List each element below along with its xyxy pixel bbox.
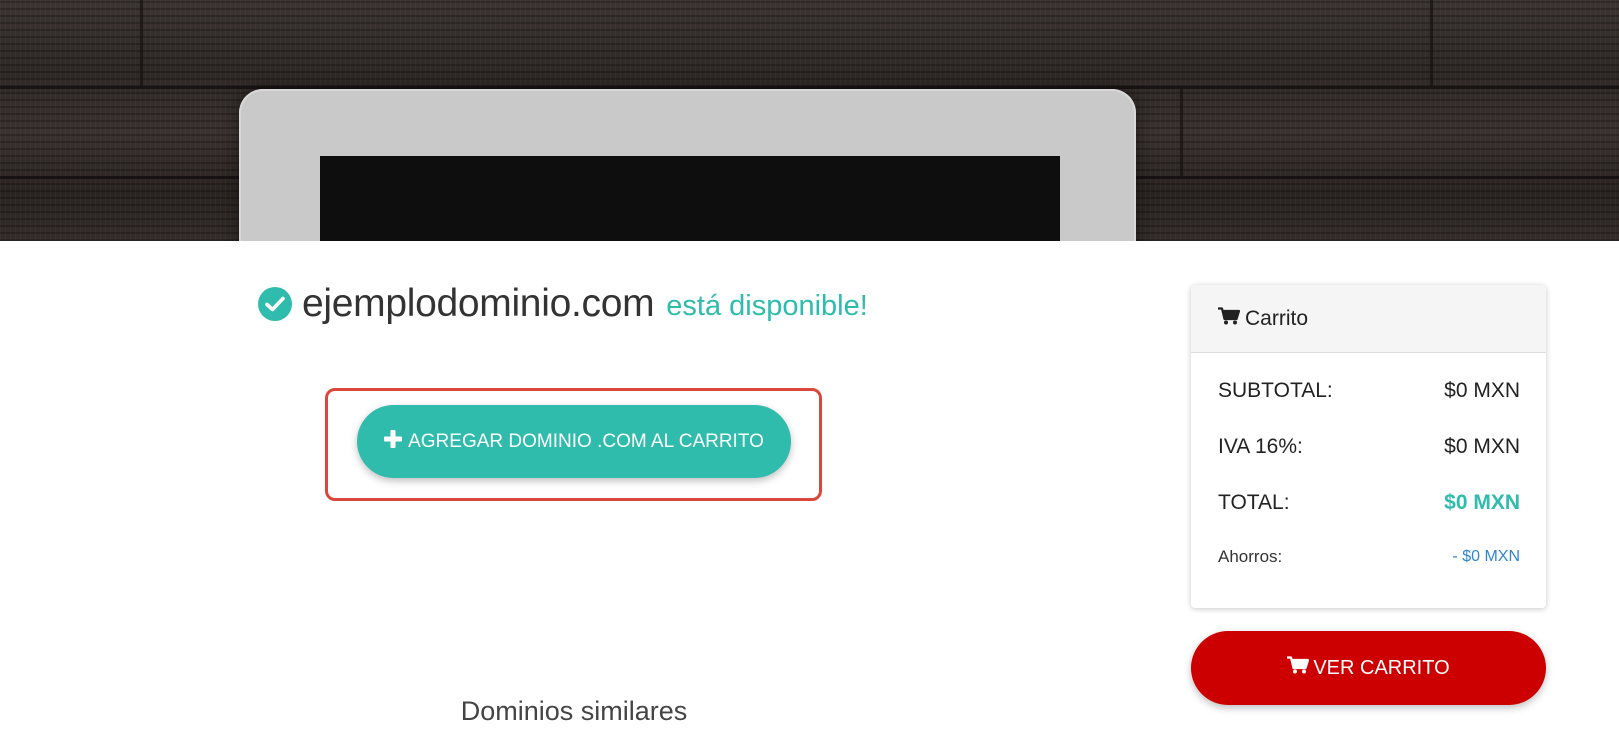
savings-value: - $0 MXN xyxy=(1452,548,1520,565)
wood-plank-seam xyxy=(140,0,143,86)
total-value: $0 MXN xyxy=(1444,491,1520,514)
domain-availability-heading: ejemplodominio.com está disponible! xyxy=(258,282,868,326)
subtotal-value: $0 MXN xyxy=(1444,379,1520,402)
add-domain-to-cart-button[interactable]: AGREGAR DOMINIO .COM AL CARRITO xyxy=(357,405,791,478)
similar-domains-title: Dominios similares xyxy=(460,696,688,726)
availability-status: está disponible! xyxy=(666,289,868,322)
iva-label: IVA 16%: xyxy=(1218,435,1303,458)
cart-header: Carrito xyxy=(1191,285,1546,353)
view-cart-button[interactable]: VER CARRITO xyxy=(1191,631,1546,705)
cart-icon xyxy=(1218,306,1241,331)
cart-icon xyxy=(1287,656,1310,680)
check-circle-icon xyxy=(258,287,292,321)
wood-plank-seam xyxy=(1430,0,1433,86)
tablet-screen xyxy=(320,156,1060,241)
savings-label: Ahorros: xyxy=(1218,547,1283,566)
tablet-image xyxy=(239,89,1136,241)
cart-row-savings: Ahorros: - $0 MXN xyxy=(1218,547,1520,567)
iva-value: $0 MXN xyxy=(1444,435,1520,458)
cart-title: Carrito xyxy=(1245,306,1309,330)
domain-name: ejemplodominio.com xyxy=(302,282,655,325)
add-domain-label: AGREGAR DOMINIO .COM AL CARRITO xyxy=(408,430,764,452)
total-label: TOTAL: xyxy=(1218,491,1290,514)
hero-banner xyxy=(0,0,1619,241)
subtotal-label: SUBTOTAL: xyxy=(1218,379,1333,402)
cart-row-subtotal: SUBTOTAL: $0 MXN xyxy=(1218,379,1520,403)
plus-icon xyxy=(384,429,403,454)
cart-row-total: TOTAL: $0 MXN xyxy=(1218,491,1520,515)
view-cart-label: VER CARRITO xyxy=(1313,656,1450,679)
cart-panel: Carrito SUBTOTAL: $0 MXN IVA 16%: $0 MXN… xyxy=(1191,285,1546,608)
wood-plank-seam xyxy=(1180,89,1183,176)
cart-row-iva: IVA 16%: $0 MXN xyxy=(1218,435,1520,459)
